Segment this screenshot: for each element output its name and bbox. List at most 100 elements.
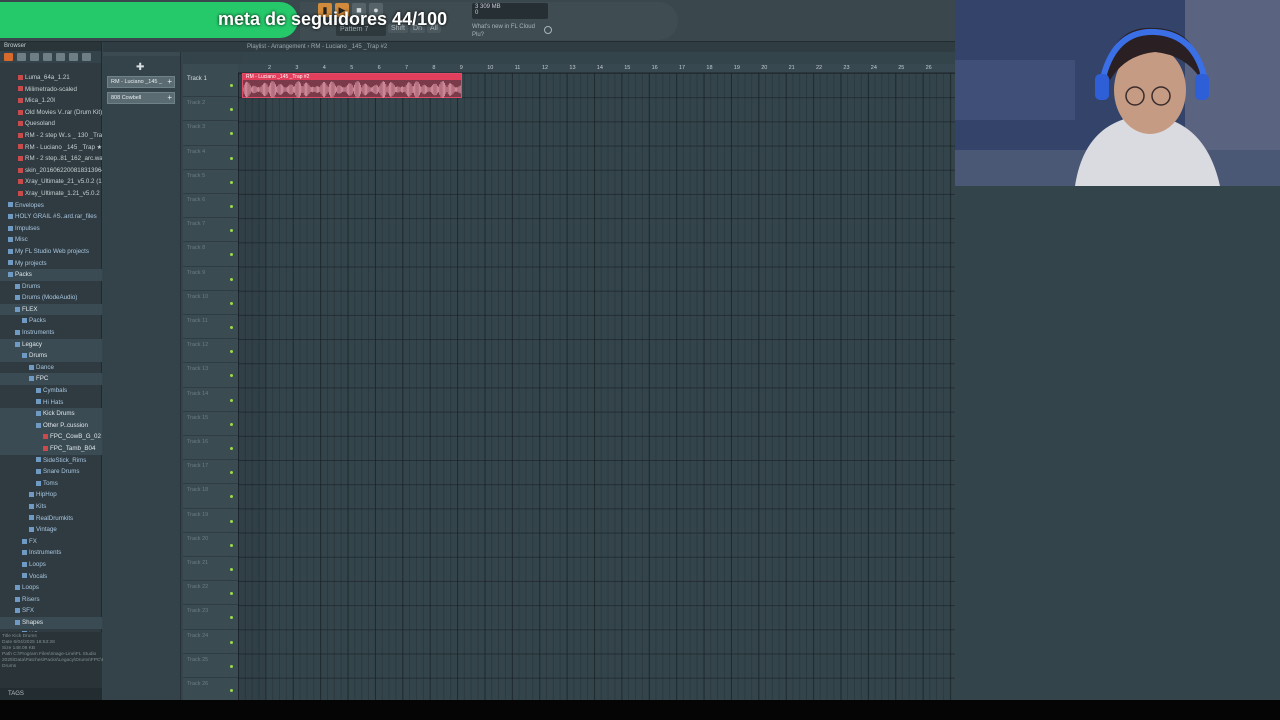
track-header[interactable]: Track 7 bbox=[183, 218, 238, 243]
news-panel[interactable]: What's new in FL Cloud Plu? bbox=[472, 23, 542, 39]
track-header[interactable]: Track 6 bbox=[183, 194, 238, 219]
track-header[interactable]: Track 8 bbox=[183, 242, 238, 267]
track-header[interactable]: Track 26 bbox=[183, 678, 238, 700]
channel-item[interactable]: RM - Luciano _145 _ + bbox=[107, 76, 175, 88]
browser-folder-item[interactable]: Risers bbox=[0, 594, 102, 606]
browser-folder-item[interactable]: FPC bbox=[0, 373, 102, 386]
star-icon[interactable] bbox=[82, 53, 91, 61]
channel-item[interactable]: 808 Cowbell + bbox=[107, 92, 175, 104]
track-mute-led[interactable] bbox=[230, 253, 233, 257]
track-header[interactable]: Track 3 bbox=[183, 121, 238, 146]
track-mute-led[interactable] bbox=[230, 350, 233, 354]
track-mute-led[interactable] bbox=[230, 229, 233, 233]
track-mute-led[interactable] bbox=[230, 301, 233, 305]
track-mute-led[interactable] bbox=[230, 398, 233, 402]
track-header[interactable]: Track 19 bbox=[183, 509, 238, 533]
track-header[interactable]: Track 5 bbox=[183, 170, 238, 194]
browser-folder-item[interactable]: Vintage bbox=[0, 524, 102, 536]
track-mute-led[interactable] bbox=[230, 180, 233, 184]
plus-icon[interactable]: + bbox=[167, 93, 172, 103]
track-header[interactable]: Track 15 bbox=[183, 412, 238, 436]
plus-icon[interactable]: + bbox=[167, 77, 172, 87]
browser-folder-item[interactable]: Dance bbox=[0, 362, 102, 374]
track-header[interactable]: Track 22 bbox=[183, 581, 238, 606]
browser-folder-item[interactable]: Drums bbox=[0, 281, 102, 293]
browser-folder-item[interactable]: Impulses bbox=[0, 223, 102, 235]
add-channel-icon[interactable]: ✚ bbox=[136, 62, 144, 73]
track-mute-led[interactable] bbox=[230, 447, 233, 450]
track-header[interactable]: Track 18 bbox=[183, 484, 238, 509]
track-header[interactable]: Track 4 bbox=[183, 146, 238, 170]
track-mute-led[interactable] bbox=[230, 108, 233, 112]
track-mute-led[interactable] bbox=[230, 616, 233, 620]
track-mute-led[interactable] bbox=[230, 422, 233, 426]
browser-folder-item[interactable]: Shapes bbox=[0, 616, 102, 629]
collapse-icon[interactable] bbox=[17, 53, 26, 61]
search-icon[interactable] bbox=[56, 53, 65, 61]
browser-folder-item[interactable]: Kick Drums bbox=[0, 408, 102, 420]
track-header[interactable]: Track 21 bbox=[183, 557, 238, 582]
browser-file-item[interactable]: RM - Luciano _145 _Trap ★ bbox=[0, 142, 102, 154]
browser-folder-item[interactable]: Packs bbox=[0, 269, 102, 281]
track-header[interactable]: Track 10 bbox=[183, 291, 238, 315]
track-header[interactable]: Track 16 bbox=[183, 436, 238, 461]
track-mute-led[interactable] bbox=[230, 205, 233, 208]
track-mute-led[interactable] bbox=[230, 277, 233, 281]
browser-file-item[interactable]: RM - 2 step..81_162_arc.wav bbox=[0, 153, 102, 165]
browser-folder-item[interactable]: FLEX bbox=[0, 303, 102, 316]
browser-folder-item[interactable]: SFX bbox=[0, 605, 102, 617]
browser-file-item[interactable]: FPC_CowB_G_02 bbox=[0, 431, 102, 443]
track-header[interactable]: Track 12 bbox=[183, 339, 238, 364]
track-header[interactable]: Track 24 bbox=[183, 630, 238, 654]
browser-file-item[interactable]: Xray_Ultimate_21_v5.0.2 (1) bbox=[0, 176, 102, 188]
browser-folder-item[interactable]: Misc bbox=[0, 234, 102, 246]
track-header[interactable]: Track 17 bbox=[183, 460, 238, 485]
track-mute-led[interactable] bbox=[230, 84, 233, 87]
track-mute-led[interactable] bbox=[230, 326, 233, 329]
track-mute-led[interactable] bbox=[230, 543, 233, 547]
track-mute-led[interactable] bbox=[230, 592, 233, 596]
browser-folder-item[interactable]: Toms bbox=[0, 478, 102, 490]
gear-icon[interactable] bbox=[544, 26, 552, 34]
track-mute-led[interactable] bbox=[230, 664, 233, 668]
browser-file-item[interactable]: Old Movies V..rar (Drum Kit) bbox=[0, 107, 102, 119]
browser-folder-item[interactable]: Cymbals bbox=[0, 385, 102, 397]
tags-bar[interactable]: TAGS bbox=[0, 688, 102, 700]
browser-file-item[interactable]: Quesoland bbox=[0, 118, 102, 130]
track-header[interactable]: Track 20 bbox=[183, 533, 238, 557]
browser-folder-item[interactable]: Drums (ModeAudio) bbox=[0, 292, 102, 304]
track-mute-led[interactable] bbox=[230, 568, 233, 571]
browser-folder-item[interactable]: Packs bbox=[0, 315, 102, 327]
cloud-icon[interactable] bbox=[69, 53, 78, 61]
browser-folder-item[interactable]: SideStick_Rims bbox=[0, 455, 102, 467]
track-mute-led[interactable] bbox=[230, 132, 233, 136]
timeline-ruler[interactable]: 2 3 4 5 6 7 8 9 10 11 12 13 14 15 16 17 18 19 20 21 22 23 24 25… bbox=[238, 64, 955, 73]
track-header[interactable]: Track 9 bbox=[183, 267, 238, 291]
browser-folder-item[interactable]: Hi Hats bbox=[0, 397, 102, 409]
browser-menu-icon[interactable] bbox=[4, 53, 13, 61]
browser-file-item[interactable]: Milimetrado-scaled bbox=[0, 84, 102, 96]
back-icon[interactable] bbox=[30, 53, 39, 61]
track-mute-led[interactable] bbox=[230, 471, 233, 475]
track-header[interactable]: Track 23 bbox=[183, 605, 238, 630]
browser-file-item[interactable]: Luma_64a_1.21 bbox=[0, 72, 102, 84]
browser-file-item[interactable]: skin_2016062200818313964 bbox=[0, 165, 102, 177]
browser-folder-item[interactable]: Loops bbox=[0, 559, 102, 571]
track-mute-led[interactable] bbox=[230, 495, 233, 499]
browser-folder-item[interactable]: Legacy bbox=[0, 338, 102, 351]
browser-file-item[interactable]: FPC_Tamb_B04 bbox=[0, 443, 102, 455]
browser-folder-item[interactable]: Kits bbox=[0, 501, 102, 513]
track-mute-led[interactable] bbox=[230, 156, 233, 160]
audio-clip[interactable]: RM - Luciano _145 _Trap #2 bbox=[242, 73, 462, 98]
track-header[interactable]: Track 25 bbox=[183, 654, 238, 678]
track-header[interactable]: Track 2 bbox=[183, 97, 238, 122]
track-header[interactable]: Track 13 bbox=[183, 363, 238, 388]
browser-folder-item[interactable]: HOLY GRAIL #S..ard.rar_files bbox=[0, 211, 102, 223]
browser-folder-item[interactable]: HipHop bbox=[0, 489, 102, 501]
track-header[interactable]: Track 11 bbox=[183, 315, 238, 340]
browser-folder-item[interactable]: Vocals bbox=[0, 571, 102, 583]
browser-folder-item[interactable]: My FL Studio Web projects bbox=[0, 246, 102, 258]
track-mute-led[interactable] bbox=[230, 640, 233, 644]
browser-folder-item[interactable]: FX bbox=[0, 536, 102, 548]
browser-folder-item[interactable]: My projects bbox=[0, 258, 102, 270]
